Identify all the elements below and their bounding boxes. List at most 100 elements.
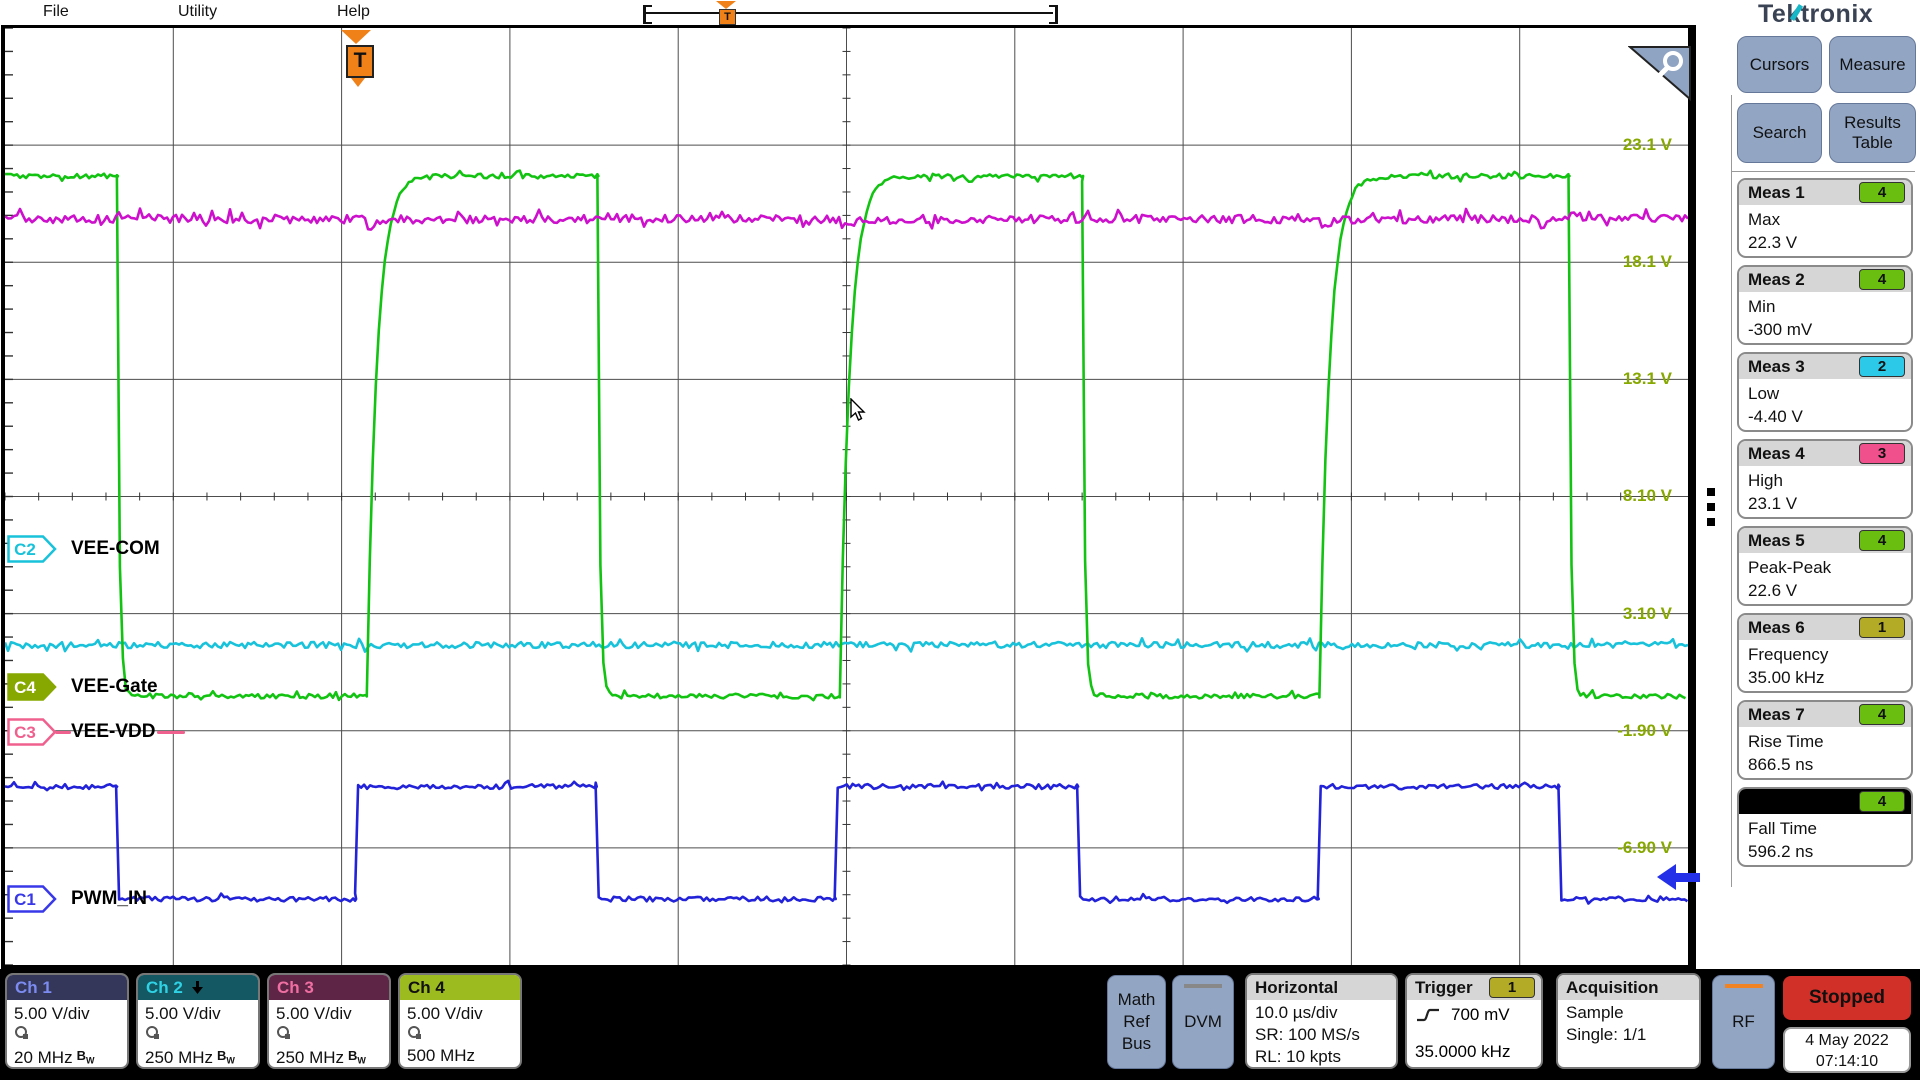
channel-3-badge[interactable]: Ch 3 5.00 V/div 250 MHz BW — [267, 973, 391, 1069]
horizontal-position-bar — [645, 12, 1053, 14]
menu-utility[interactable]: Utility — [178, 3, 217, 21]
run-stop-status-button[interactable]: Stopped — [1783, 976, 1911, 1020]
results-panel-divider — [1731, 171, 1915, 172]
waveform-canvas — [5, 28, 1688, 965]
meas-3-card[interactable]: Meas 3 2 Low -4.40 V — [1737, 352, 1913, 432]
search-button[interactable]: Search — [1737, 103, 1822, 163]
results-panel-border — [1731, 95, 1732, 887]
svg-text:C3: C3 — [14, 723, 36, 742]
trigger-position-arrow-icon[interactable] — [716, 1, 736, 9]
measure-button[interactable]: Measure — [1829, 36, 1916, 93]
math-ref-bus-button[interactable]: MathRefBus — [1107, 975, 1166, 1069]
channel-badge-c3: C3 — [7, 718, 57, 746]
meas-title: Meas 1 — [1748, 183, 1805, 203]
trigger-level-arrow-icon[interactable] — [1650, 860, 1700, 894]
channel-badge-c2: C2 — [7, 535, 57, 563]
channel-scale: 5.00 V/div — [407, 1002, 520, 1025]
meas-value: 22.3 V — [1748, 231, 1902, 254]
channel-name: Ch 2 — [146, 978, 183, 998]
zoom-corner-widget[interactable] — [1628, 45, 1694, 103]
trigger-flag-tail — [351, 78, 365, 87]
channel-label-c1[interactable]: C1 PWM_IN — [7, 885, 147, 913]
trigger-level-row: 700 mV — [1407, 1000, 1541, 1025]
meas-value: -300 mV — [1748, 318, 1902, 341]
meas-source-badge: 4 — [1859, 182, 1905, 203]
channel-bandwidth: 250 MHz — [145, 1047, 213, 1069]
meas-type: Min — [1748, 295, 1902, 318]
meas-body: High 23.1 V — [1739, 466, 1911, 515]
rf-indicator-line — [1725, 984, 1763, 988]
horizontal-position-right-bracket — [1049, 5, 1058, 24]
menu-file[interactable]: File — [43, 3, 69, 21]
dvm-indicator-line — [1184, 984, 1222, 988]
axis-label: -6.90 V — [1542, 837, 1672, 859]
meas-value: -4.40 V — [1748, 405, 1902, 428]
sample-rate: SR: 100 MS/s — [1255, 1024, 1396, 1046]
meas-title: Meas 4 — [1748, 444, 1805, 464]
meas-title: Meas 7 — [1748, 705, 1805, 725]
trigger-source-badge: 1 — [1489, 977, 1535, 998]
results-table-button[interactable]: Results Table — [1829, 103, 1916, 163]
acquisition-single: Single: 1/1 — [1566, 1024, 1699, 1046]
svg-text:C2: C2 — [14, 540, 36, 559]
channel-name: Ch 4 — [408, 978, 445, 998]
channel-ref-line — [157, 731, 185, 734]
time-label: 07:14:10 — [1785, 1051, 1909, 1072]
meas-6-card[interactable]: Meas 6 1 Frequency 35.00 kHz — [1737, 613, 1913, 693]
channel-scale: 5.00 V/div — [145, 1002, 258, 1025]
horizontal-panel[interactable]: Horizontal 10.0 µs/div SR: 100 MS/s RL: … — [1245, 973, 1398, 1069]
trigger-flag[interactable]: T — [346, 45, 374, 78]
panel-drag-handle[interactable] — [1706, 488, 1716, 530]
meas-source-badge: 3 — [1859, 443, 1905, 464]
meas-7-card[interactable]: Meas 7 4 Rise Time 866.5 ns — [1737, 700, 1913, 780]
horizontal-position-left-bracket — [643, 5, 652, 24]
menu-help[interactable]: Help — [337, 3, 370, 21]
horizontal-scale: 10.0 µs/div — [1255, 1002, 1396, 1024]
channel-4-badge[interactable]: Ch 4 5.00 V/div 500 MHz — [398, 973, 522, 1069]
meas-2-card[interactable]: Meas 2 4 Min -300 mV — [1737, 265, 1913, 345]
meas-type: High — [1748, 469, 1902, 492]
meas-body: Rise Time 866.5 ns — [1739, 727, 1911, 776]
waveform-display[interactable]: 23.1 V 18.1 V 13.1 V 8.10 V 3.10 V -1.90… — [1, 25, 1696, 970]
channel-header: Ch 4 — [400, 975, 520, 1000]
meas-8-card-selected[interactable]: 4 Fall Time 596.2 ns — [1737, 787, 1913, 867]
rising-edge-icon — [1415, 1007, 1441, 1023]
dvm-button[interactable]: DVM — [1172, 975, 1234, 1069]
meas-card-header: Meas 3 2 — [1739, 354, 1911, 379]
channel-label-c2[interactable]: C2 VEE-COM — [7, 535, 160, 563]
record-length: RL: 10 kpts — [1255, 1046, 1396, 1068]
rf-label: RF — [1732, 1011, 1755, 1033]
meas-value: 23.1 V — [1748, 492, 1902, 515]
channel-badge-c1: C1 — [7, 885, 57, 913]
meas-title: Meas 3 — [1748, 357, 1805, 377]
mouse-cursor — [850, 398, 872, 422]
rf-button[interactable]: RF — [1712, 975, 1775, 1069]
trigger-panel[interactable]: Trigger 1 700 mV 35.0000 kHz — [1405, 973, 1543, 1069]
acquisition-panel[interactable]: Acquisition Sample Single: 1/1 — [1556, 973, 1701, 1069]
bottom-settings-bar: Ch 1 5.00 V/div 20 MHz BW Ch 2 — [0, 969, 1920, 1080]
meas-body: Frequency 35.00 kHz — [1739, 640, 1911, 689]
channel-name-label: VEE-VDD — [71, 721, 155, 743]
trigger-frequency: 35.0000 kHz — [1415, 1042, 1510, 1062]
channel-label-c3[interactable]: C3 VEE-VDD — [7, 718, 155, 746]
channel-label-c4[interactable]: C4 VEE-Gate — [7, 673, 158, 701]
cursors-button[interactable]: Cursors — [1737, 36, 1822, 93]
meas-5-card[interactable]: Meas 5 4 Peak-Peak 22.6 V — [1737, 526, 1913, 606]
meas-value: 35.00 kHz — [1748, 666, 1902, 689]
trigger-level: 700 mV — [1451, 1005, 1510, 1025]
meas-source-badge: 4 — [1859, 704, 1905, 725]
trigger-position-marker[interactable]: T — [719, 9, 736, 25]
channel-header: Ch 3 — [269, 975, 389, 1000]
axis-label: 18.1 V — [1542, 251, 1672, 273]
meas-value: 22.6 V — [1748, 579, 1902, 602]
acquisition-settings: Sample Single: 1/1 — [1558, 1000, 1699, 1046]
channel-settings: 5.00 V/div 250 MHz BW — [138, 1000, 258, 1069]
meas-source-badge: 2 — [1859, 356, 1905, 377]
meas-4-card[interactable]: Meas 4 3 High 23.1 V — [1737, 439, 1913, 519]
channel-name-label: VEE-COM — [71, 538, 160, 560]
meas-1-card[interactable]: Meas 1 4 Max 22.3 V — [1737, 178, 1913, 258]
channel-1-badge[interactable]: Ch 1 5.00 V/div 20 MHz BW — [5, 973, 129, 1069]
channel-2-badge[interactable]: Ch 2 5.00 V/div 250 MHz BW — [136, 973, 260, 1069]
meas-body: Low -4.40 V — [1739, 379, 1911, 428]
meas-source-badge: 1 — [1859, 617, 1905, 638]
